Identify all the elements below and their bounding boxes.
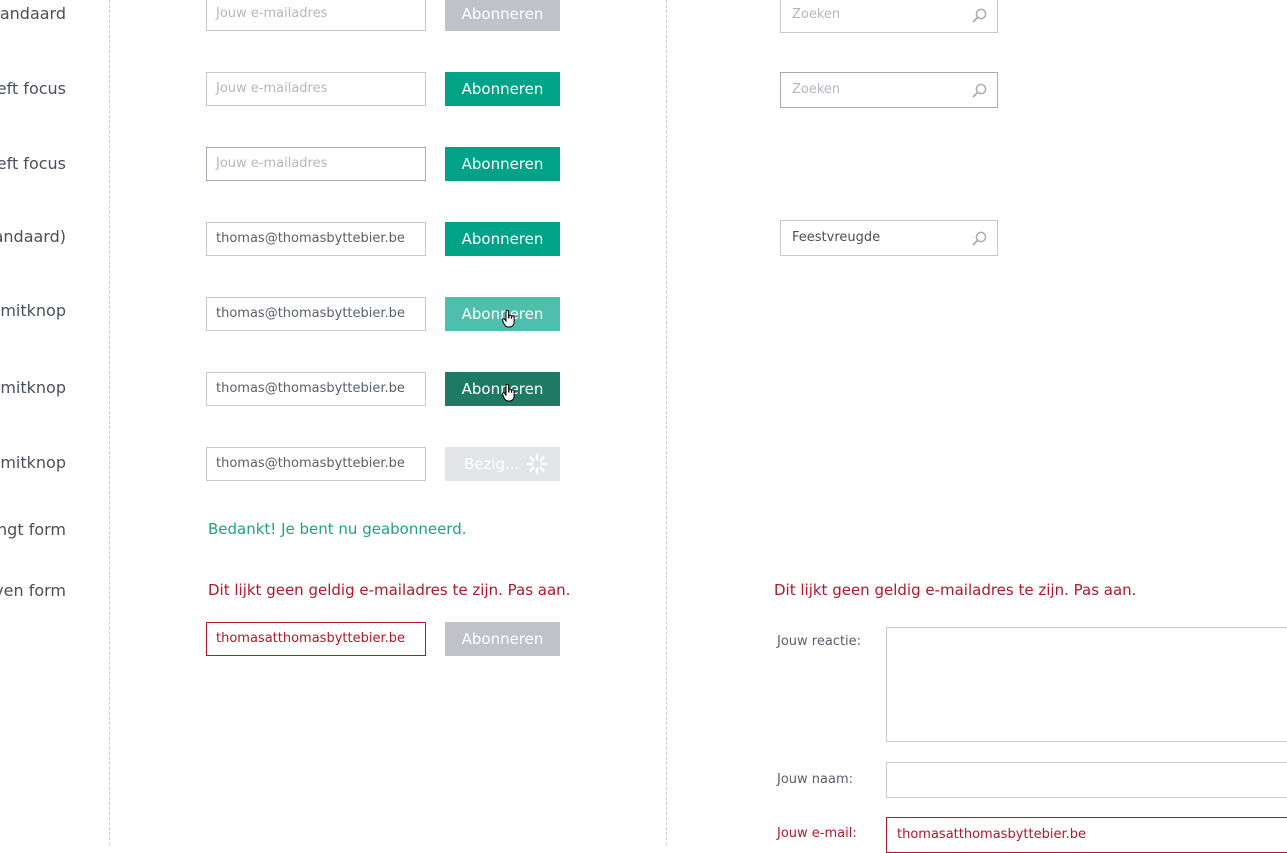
comment-form-error-message: Dit lijkt geen geldig e-mailadres te zij…: [774, 581, 1137, 599]
search-value: Feestvreugde: [792, 230, 881, 245]
row-label-submit-hover: bmitknop: [0, 301, 66, 320]
search-icon[interactable]: [972, 231, 987, 246]
row-label-submit-active: bmitknop: [0, 378, 66, 397]
hand-cursor-icon: [502, 384, 515, 402]
hand-cursor-icon: [502, 310, 515, 328]
name-label: Jouw naam:: [777, 772, 854, 787]
name-field[interactable]: [886, 762, 1287, 798]
row-label-form-invalid: oven form: [0, 581, 66, 600]
subscribe-button[interactable]: Abonneren: [445, 147, 560, 181]
email-label: Jouw e-mail:: [777, 826, 857, 841]
subscribe-button[interactable]: Abonneren: [445, 622, 560, 656]
newsletter-email-input[interactable]: thomas@thomasbyttebier.be: [206, 372, 426, 406]
success-message: Bedankt! Je bent nu geabonneerd.: [208, 520, 467, 538]
newsletter-email-input[interactable]: Jouw e-mailadres: [206, 0, 426, 31]
newsletter-email-input[interactable]: thomas@thomasbyttebier.be: [206, 297, 426, 331]
newsletter-email-input[interactable]: thomas@thomasbyttebier.be: [206, 447, 426, 481]
row-label-default: Standaard: [0, 4, 66, 23]
reaction-textarea[interactable]: [886, 627, 1287, 742]
newsletter-email-input[interactable]: Jouw e-mailadres: [206, 72, 426, 106]
newsletter-email-input[interactable]: thomas@thomasbyttebier.be: [206, 222, 426, 256]
busy-label: Bezig...: [464, 455, 520, 473]
newsletter-email-input[interactable]: Jouw e-mailadres: [206, 147, 426, 181]
row-label-form-received: angt form: [0, 520, 66, 539]
reaction-label: Jouw reactie:: [777, 634, 862, 649]
search-input[interactable]: Zoeken: [780, 72, 998, 108]
newsletter-email-input-invalid[interactable]: thomasatthomasbyttebier.be: [206, 622, 426, 656]
search-input[interactable]: Feestvreugde: [780, 220, 998, 256]
search-icon[interactable]: [972, 8, 987, 23]
row-label-focus-1: eeft focus: [0, 79, 66, 98]
search-icon[interactable]: [972, 83, 987, 98]
search-placeholder: Zoeken: [792, 7, 841, 22]
column-divider-middle: [666, 0, 667, 845]
newsletter-error-message: Dit lijkt geen geldig e-mailadres te zij…: [208, 581, 571, 599]
subscribe-button[interactable]: Abonneren: [445, 0, 560, 31]
email-field[interactable]: thomasatthomasbyttebier.be: [886, 817, 1287, 853]
subscribe-button[interactable]: Abonneren: [445, 72, 560, 106]
column-divider-left: [109, 0, 110, 845]
row-label-submit-busy: bmitknop: [0, 453, 66, 472]
search-input[interactable]: Zoeken: [780, 0, 998, 33]
subscribe-button[interactable]: Abonneren: [445, 222, 560, 256]
spinner-icon: [526, 453, 548, 475]
subscribe-button-busy: Bezig...: [445, 447, 560, 481]
search-placeholder: Zoeken: [792, 82, 841, 97]
row-label-filled: tandaard): [0, 227, 66, 246]
row-label-focus-2: eeft focus: [0, 154, 66, 173]
